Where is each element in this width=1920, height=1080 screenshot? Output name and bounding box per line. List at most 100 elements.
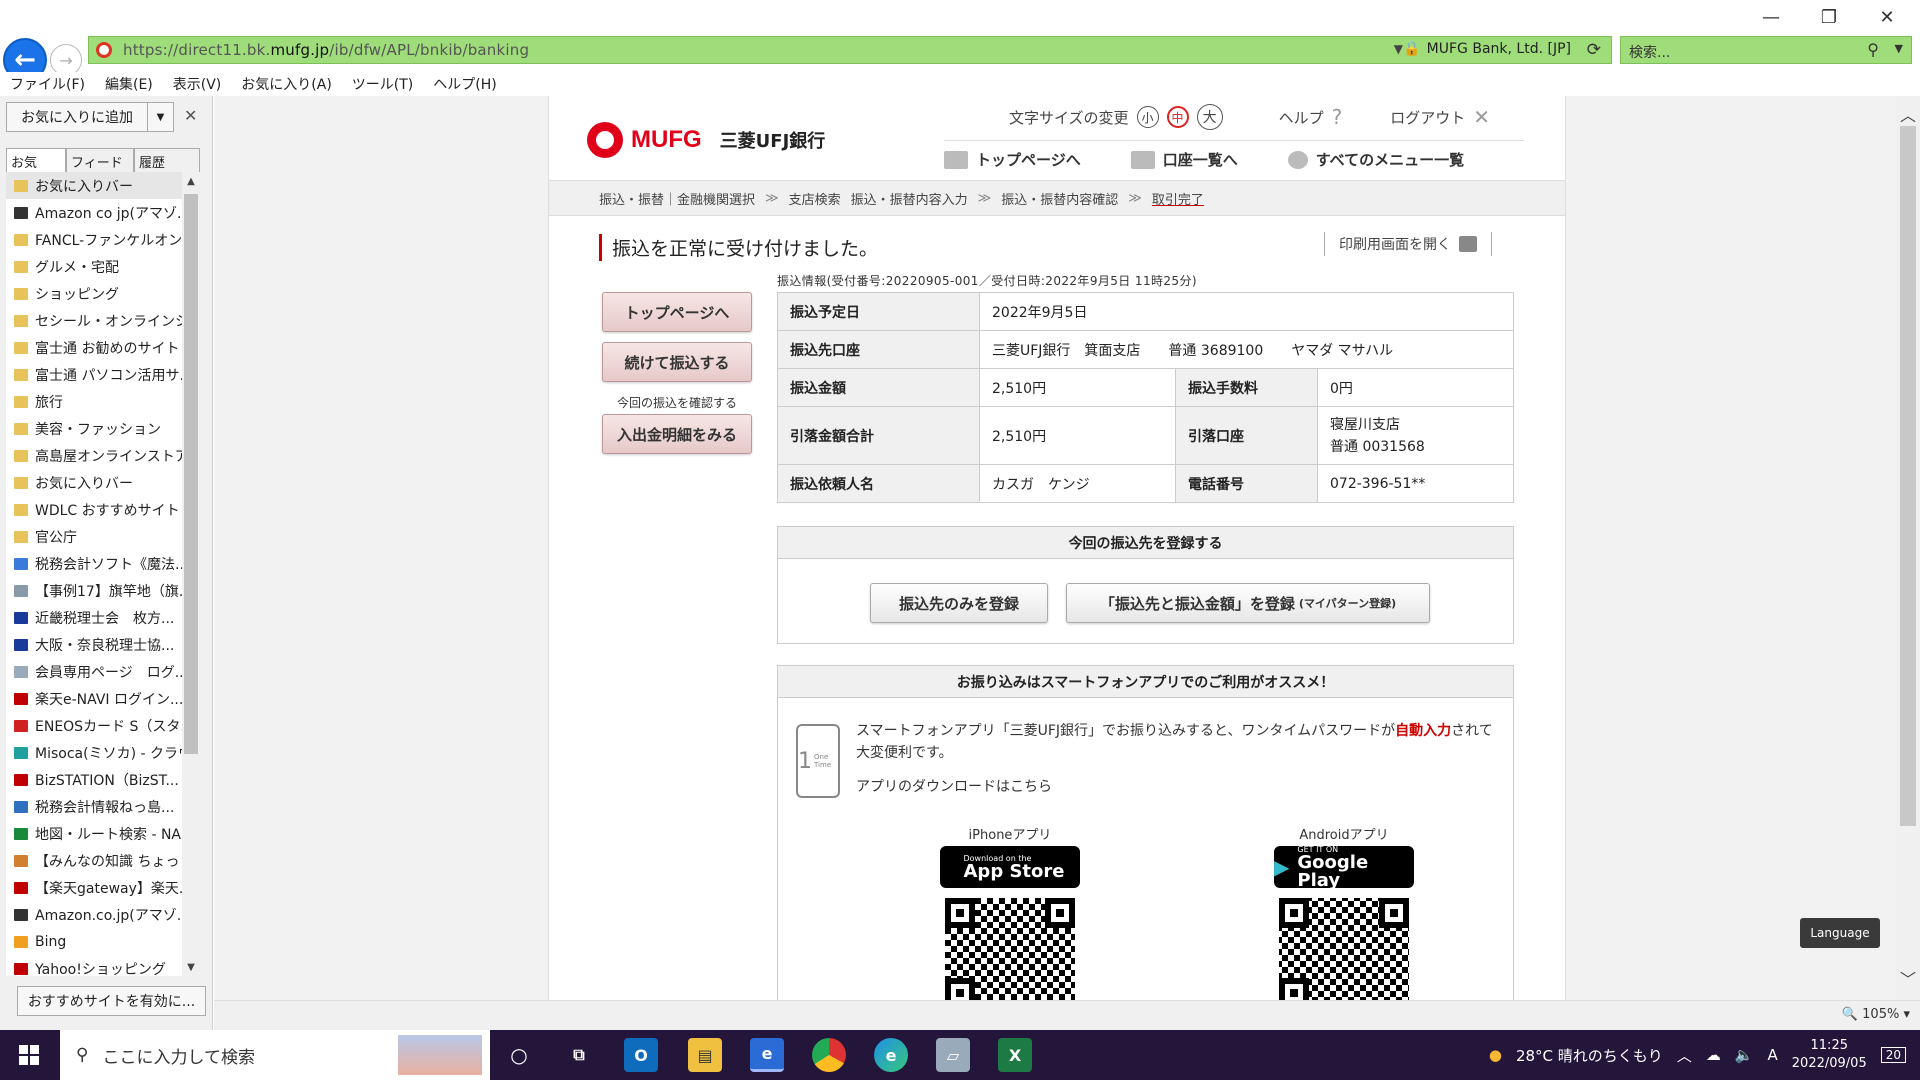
text-size-large[interactable]: 大 — [1196, 104, 1223, 130]
refresh-icon[interactable]: ⟳ — [1587, 40, 1601, 60]
minimize-button[interactable]: — — [1742, 0, 1800, 34]
search-icon[interactable]: ⚲ — [1867, 40, 1879, 59]
google-play-badge[interactable]: ▶ GET IT ON Google Play — [1274, 845, 1414, 889]
list-item[interactable]: Amazon co jp(アマゾ... — [6, 199, 182, 226]
tray-chevron-icon[interactable]: ︿ — [1677, 1045, 1692, 1066]
language-button[interactable]: Language — [1800, 918, 1880, 948]
scroll-up-icon[interactable]: ︿ — [1900, 102, 1916, 126]
page-scrollbar[interactable]: ︿ ﹀ — [1896, 96, 1920, 1000]
continue-transfer-button[interactable]: 続けて振込する — [602, 342, 752, 382]
list-item[interactable]: 旅行 — [6, 388, 182, 415]
list-item[interactable]: 官公庁 — [6, 523, 182, 550]
list-item[interactable]: ショッピング — [6, 280, 182, 307]
nav-all-menus[interactable]: すべてのメニュー一覧 — [1287, 149, 1464, 170]
search-box[interactable]: 検索... ⚲ ▼ — [1620, 36, 1912, 64]
list-item[interactable]: 富士通 お勧めのサイト — [6, 334, 182, 361]
address-dropdown-icon[interactable]: ▼ — [1394, 42, 1403, 56]
print-link[interactable]: 印刷用画面を開く — [1324, 232, 1492, 256]
register-pattern-button[interactable]: 「振込先と振込金額」を登録 (マイパターン登録) — [1066, 583, 1430, 623]
close-icon[interactable]: ✕ — [184, 106, 197, 125]
list-item[interactable]: BizSTATION（BizST... — [6, 766, 182, 793]
internet-explorer-icon[interactable]: e — [750, 1038, 784, 1072]
certificate-indicator[interactable]: 🔒 MUFG Bank, Ltd. [JP] — [1403, 41, 1571, 57]
list-item[interactable]: 【事例17】旗竿地（旗... — [6, 577, 182, 604]
mufg-logo[interactable]: MUFG 三菱UFJ銀行 — [587, 122, 825, 158]
logout-link[interactable]: ログアウト — [1390, 107, 1465, 128]
clock[interactable]: 11:25 2022/09/05 — [1792, 1037, 1867, 1073]
list-item[interactable]: Yahoo!ショッピング — [6, 955, 182, 976]
menu-help[interactable]: ヘルプ(H) — [423, 74, 506, 94]
list-item[interactable]: 富士通 パソコン活用サ... — [6, 361, 182, 388]
start-button[interactable] — [0, 1030, 58, 1080]
register-destination-button[interactable]: 振込先のみを登録 — [870, 583, 1048, 623]
volume-icon[interactable]: 🔈 — [1735, 1046, 1754, 1064]
list-item[interactable]: ENEOSカード S（スタ... — [6, 712, 182, 739]
favorites-scrollbar[interactable]: ▲ ▼ — [182, 172, 200, 976]
restore-button[interactable]: ❐ — [1800, 0, 1858, 34]
list-item[interactable]: WDLC おすすめサイト — [6, 496, 182, 523]
top-page-button[interactable]: トップページへ — [602, 292, 752, 332]
excel-icon[interactable]: X — [998, 1038, 1032, 1072]
list-item[interactable]: Amazon.co.jp(アマゾ... — [6, 901, 182, 928]
list-item[interactable]: セシール・オンラインショ... — [6, 307, 182, 334]
network-icon[interactable]: ☁ — [1706, 1046, 1721, 1064]
menu-file[interactable]: ファイル(F) — [0, 74, 95, 94]
outlook-icon[interactable]: O — [624, 1038, 658, 1072]
close-window-button[interactable]: ✕ — [1858, 0, 1916, 34]
task-view-icon[interactable]: ⧉ — [562, 1038, 596, 1072]
list-item[interactable]: 高島屋オンラインストア — [6, 442, 182, 469]
address-bar[interactable]: https://direct11.bk.mufg.jp/ib/dfw/APL/b… — [88, 36, 1612, 64]
list-item[interactable]: 会員専用ページ ログ... — [6, 658, 182, 685]
list-item[interactable]: FANCL-ファンケルオンラ... — [6, 226, 182, 253]
add-to-favorites-button[interactable]: お気に入りに追加 ▼ — [6, 102, 174, 132]
list-item[interactable]: 税務会計情報ねっ島... — [6, 793, 182, 820]
chevron-down-icon[interactable]: ▼ — [147, 103, 173, 131]
app-store-badge[interactable]: Download on the App Store — [940, 846, 1080, 888]
scroll-down-icon[interactable]: ▼ — [182, 958, 200, 976]
nav-top-page[interactable]: トップページへ — [944, 149, 1081, 170]
text-size-medium[interactable]: 中 — [1166, 106, 1189, 128]
menu-tools[interactable]: ツール(T) — [342, 74, 423, 94]
tab-feeds[interactable]: フィード — [66, 148, 134, 172]
tab-favorites[interactable]: お気に... — [6, 148, 66, 190]
list-item[interactable]: グルメ・宅配 — [6, 253, 182, 280]
list-item[interactable]: 近畿税理士会 枚方... — [6, 604, 182, 631]
edge-icon[interactable]: e — [874, 1038, 908, 1072]
cortana-icon[interactable]: ○ — [502, 1038, 536, 1072]
menu-view[interactable]: 表示(V) — [163, 74, 232, 94]
chrome-icon[interactable] — [812, 1038, 846, 1072]
list-item[interactable]: Misoca(ミソカ) - クラウ... — [6, 739, 182, 766]
ime-icon[interactable]: A — [1768, 1046, 1778, 1064]
list-item[interactable]: 美容・ファッション — [6, 415, 182, 442]
list-item[interactable]: 楽天e-NAVI ログイン... — [6, 685, 182, 712]
search-dropdown-icon[interactable]: ▼ — [1895, 42, 1903, 55]
statement-button[interactable]: 入出金明細をみる — [602, 414, 752, 454]
page-scroll-thumb[interactable] — [1900, 126, 1916, 826]
logout-x-icon[interactable]: ✕ — [1473, 105, 1490, 129]
list-item[interactable]: 【みんなの知識 ちょっと... — [6, 847, 182, 874]
list-item[interactable]: お気に入りバー — [6, 172, 182, 199]
list-item[interactable]: 税務会計ソフト《魔法... — [6, 550, 182, 577]
list-item[interactable]: お気に入りバー — [6, 469, 182, 496]
menu-edit[interactable]: 編集(E) — [95, 74, 163, 94]
scroll-down-icon[interactable]: ﹀ — [1900, 966, 1916, 990]
help-link[interactable]: ヘルプ — [1279, 107, 1324, 128]
certificate-label: MUFG Bank, Ltd. [JP] — [1426, 41, 1571, 57]
app-icon[interactable]: ▱ — [936, 1038, 970, 1072]
menu-favorites[interactable]: お気に入り(A) — [231, 74, 342, 94]
list-item[interactable]: 地図・ルート検索 - NA... — [6, 820, 182, 847]
notification-icon[interactable]: 20 — [1880, 1047, 1906, 1063]
taskbar-search[interactable]: ⚲ ここに入力して検索 — [60, 1030, 490, 1080]
nav-account-list[interactable]: 口座一覧へ — [1130, 149, 1238, 170]
list-item[interactable]: 大阪・奈良税理士協... — [6, 631, 182, 658]
list-item[interactable]: 【楽天gateway】楽天... — [6, 874, 182, 901]
file-explorer-icon[interactable]: ▤ — [688, 1038, 722, 1072]
list-item[interactable]: Bing — [6, 928, 182, 955]
text-size-small[interactable]: 小 — [1136, 106, 1159, 128]
zoom-level[interactable]: 🔍 105% ▾ — [1842, 1007, 1910, 1022]
tab-history[interactable]: 履歴 — [134, 148, 200, 172]
weather-text[interactable]: 28°C 晴れのちくもり — [1516, 1045, 1663, 1066]
enable-suggested-sites-button[interactable]: おすすめサイトを有効に... — [17, 986, 206, 1016]
scroll-thumb[interactable] — [184, 194, 198, 754]
scroll-up-icon[interactable]: ▲ — [182, 172, 200, 190]
